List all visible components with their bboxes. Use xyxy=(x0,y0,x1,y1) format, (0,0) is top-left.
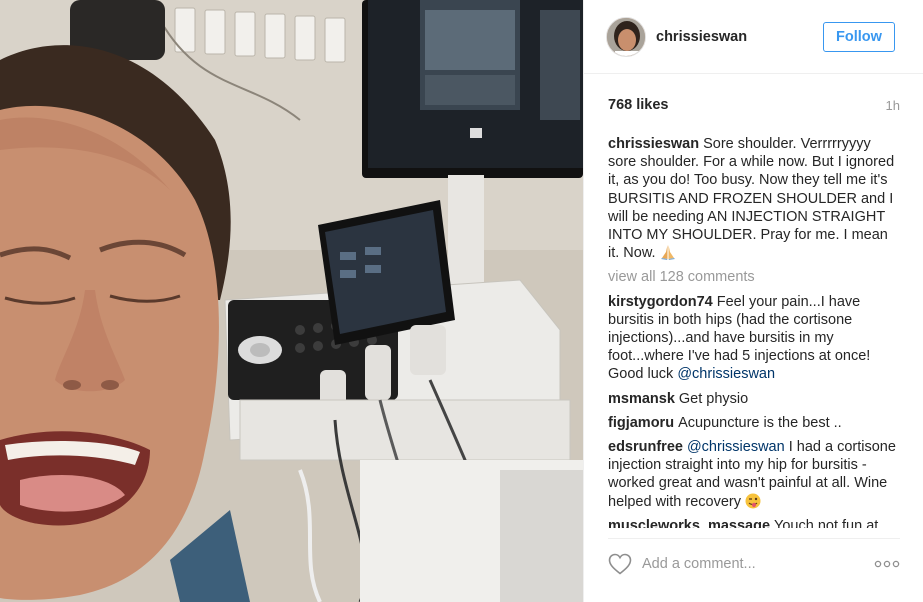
comment-username[interactable]: figjamoru xyxy=(608,415,674,431)
post-header: chrissieswan Follow xyxy=(584,0,923,74)
post-username[interactable]: chrissieswan xyxy=(656,29,747,45)
comment-username[interactable]: kirstygordon74 xyxy=(608,294,713,310)
comments-list[interactable]: chrissieswan Sore shoulder. Verrrrryyyy s… xyxy=(608,135,898,528)
winking-tongue-face-icon xyxy=(745,493,761,509)
add-comment-input[interactable] xyxy=(642,553,862,575)
comment-username[interactable]: edsrunfree xyxy=(608,439,683,455)
caption-username[interactable]: chrissieswan xyxy=(608,136,699,152)
post-photo xyxy=(0,0,583,602)
comment-username[interactable]: msmansk xyxy=(608,391,675,407)
comment-text: Get physio xyxy=(678,390,749,407)
list-item: msmansk Get physio xyxy=(608,390,898,408)
likes-count[interactable]: 768 likes xyxy=(608,97,668,113)
comment-mention[interactable]: @chrissieswan xyxy=(677,366,775,382)
comment-footer xyxy=(608,538,900,602)
caption: chrissieswan Sore shoulder. Verrrrryyyy s… xyxy=(608,135,898,262)
post-details-panel: chrissieswan Follow 768 likes 1h chrissi… xyxy=(583,0,923,602)
comment-text: Acupuncture is the best .. xyxy=(678,414,842,431)
more-options-icon[interactable] xyxy=(874,557,900,569)
comment-username[interactable]: muscleworks_massage xyxy=(608,518,770,528)
avatar-image xyxy=(607,18,645,56)
list-item: muscleworks_massage Youch not fun at xyxy=(608,517,898,528)
heart-outline-icon[interactable] xyxy=(608,553,632,575)
photo-illustration xyxy=(0,0,583,602)
comment-mention[interactable]: @chrissieswan xyxy=(687,439,785,455)
list-item: kirstygordon74 Feel your pain...I have bu… xyxy=(608,293,898,384)
comment-text: Youch not fun at xyxy=(774,517,879,528)
list-item: figjamoru Acupuncture is the best .. xyxy=(608,414,898,432)
praying-hands-icon xyxy=(660,244,676,261)
post-meta: 768 likes 1h xyxy=(608,97,900,115)
follow-button[interactable]: Follow xyxy=(823,22,895,52)
post-timestamp[interactable]: 1h xyxy=(886,98,900,113)
view-all-comments-link[interactable]: view all 128 comments xyxy=(608,268,898,286)
caption-text: Sore shoulder. Verrrrryyyy sore shoulder… xyxy=(608,136,895,262)
list-item: edsrunfree @chrissieswan I had a cortison… xyxy=(608,438,898,511)
avatar[interactable] xyxy=(606,17,646,57)
